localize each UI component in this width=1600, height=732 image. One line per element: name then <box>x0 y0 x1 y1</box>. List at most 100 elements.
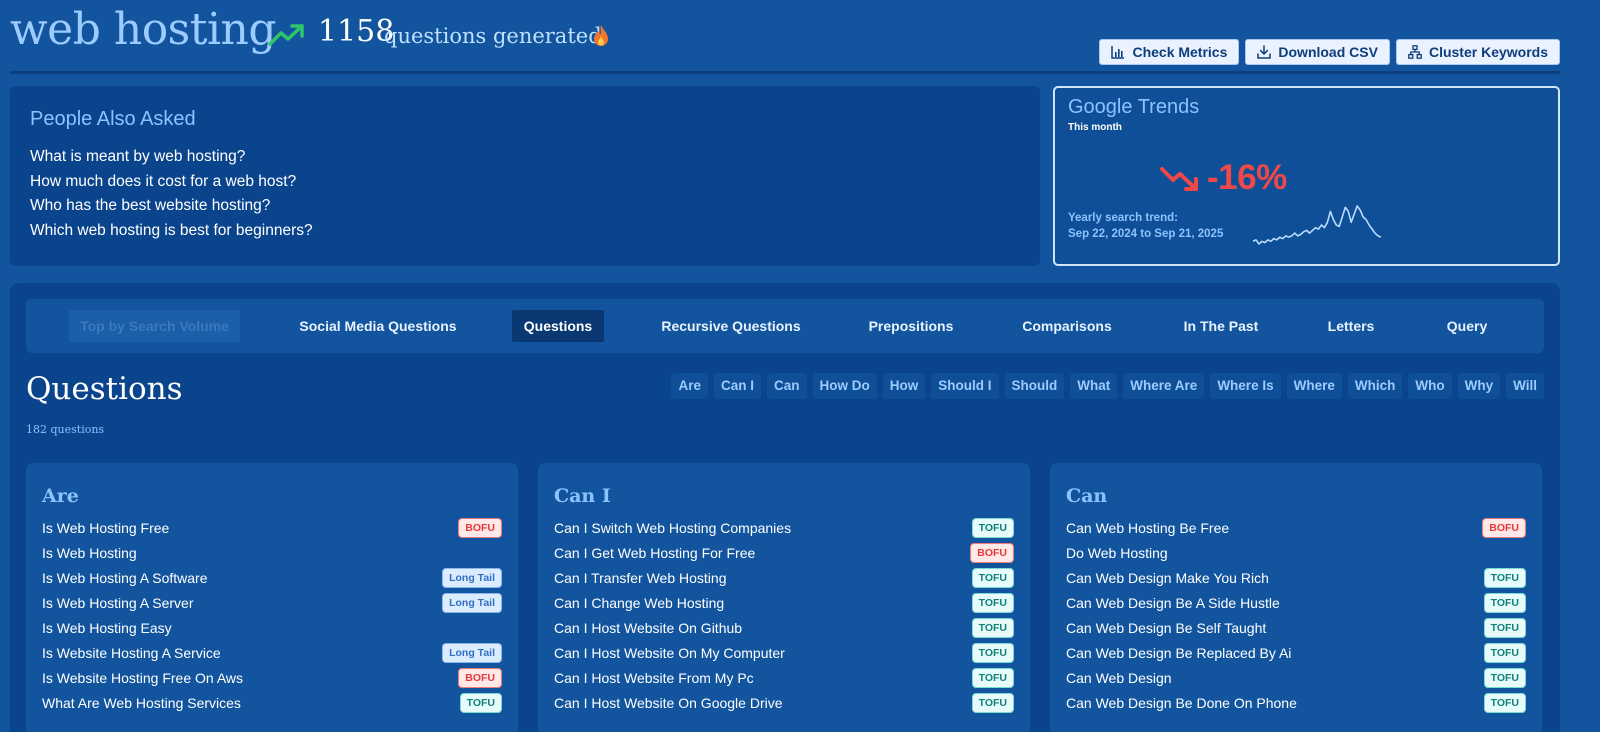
header: web hosting 1158 questions generated Che… <box>0 0 1600 76</box>
tofu-badge: TOFU <box>1483 567 1526 588</box>
tab-recursive-questions[interactable]: Recursive Questions <box>651 310 811 342</box>
question-text: Can I Transfer Web Hosting <box>554 569 727 586</box>
yearly-trend-label: Yearly search trend: Sep 22, 2024 to Sep… <box>1068 210 1223 242</box>
question-row[interactable]: Is Web Hosting Easy <box>42 615 502 640</box>
filter-chip-where[interactable]: Where <box>1286 373 1342 399</box>
filter-chip-are[interactable]: Are <box>671 373 708 399</box>
paa-question[interactable]: How much does it cost for a web host? <box>30 170 1020 195</box>
question-row[interactable]: Can Web Design Be Done On Phone TOFU <box>1066 690 1526 715</box>
question-row[interactable]: Can Web Design Make You Rich TOFU <box>1066 565 1526 590</box>
tab-top-by-search-volume[interactable]: Top by Search Volume <box>69 310 240 342</box>
column-title: Can <box>1066 485 1108 507</box>
cluster-keywords-label: Cluster Keywords <box>1428 44 1548 60</box>
download-csv-button[interactable]: Download CSV <box>1245 39 1390 65</box>
question-row[interactable]: Do Web Hosting <box>1066 540 1526 565</box>
filter-chip-should-i[interactable]: Should I <box>931 373 999 399</box>
question-row[interactable]: Can Web Hosting Be Free BOFU <box>1066 515 1526 540</box>
tab-in-the-past[interactable]: In The Past <box>1171 310 1271 342</box>
column-title: Can I <box>554 485 611 507</box>
question-text: Is Web Hosting A Server <box>42 594 194 611</box>
filter-chip-can-i[interactable]: Can I <box>714 373 762 399</box>
filter-chip-why[interactable]: Why <box>1457 373 1501 399</box>
question-list: Is Web Hosting Free BOFU Is Web Hosting Is … <box>42 515 502 715</box>
question-row[interactable]: What Are Web Hosting Services TOFU <box>42 690 502 715</box>
yearly-trend-range: Sep 22, 2024 to Sep 21, 2025 <box>1068 228 1224 240</box>
bofu-badge: BOFU <box>970 542 1014 563</box>
filter-chip-will[interactable]: Will <box>1506 373 1544 399</box>
filter-chip-what[interactable]: What <box>1070 373 1118 399</box>
question-text: Can Web Design Be Replaced By Ai <box>1066 644 1292 661</box>
question-text: Can Web Design Be Self Taught <box>1066 619 1267 636</box>
header-actions: Check Metrics Download CSV Cluster Keywo… <box>1099 39 1560 65</box>
question-list: Can Web Hosting Be Free BOFU Do Web Hostin… <box>1066 515 1526 715</box>
trending-up-icon <box>268 24 304 46</box>
tofu-badge: TOFU <box>971 692 1014 713</box>
filter-chip-should[interactable]: Should <box>1004 373 1065 399</box>
tab-query[interactable]: Query <box>1434 310 1500 342</box>
filter-chip-where-is[interactable]: Where Is <box>1210 373 1281 399</box>
question-row[interactable]: Is Web Hosting Free BOFU <box>42 515 502 540</box>
trending-down-icon <box>1160 167 1198 191</box>
question-row[interactable]: Is Website Hosting A Service Long Tail <box>42 640 502 665</box>
tofu-badge: TOFU <box>971 517 1014 538</box>
filter-chip-which[interactable]: Which <box>1347 373 1403 399</box>
google-trends-panel: Google Trends This month -16% Yearly sea… <box>1053 86 1560 266</box>
question-text: Can I Host Website On Github <box>554 619 743 636</box>
fire-icon <box>594 25 608 46</box>
question-text: Is Web Hosting Easy <box>42 619 172 636</box>
check-metrics-label: Check Metrics <box>1132 44 1228 60</box>
questions-panel: Top by Search Volume Social Media Questi… <box>10 283 1560 732</box>
filter-chip-how-do[interactable]: How Do <box>812 373 877 399</box>
question-row[interactable]: Can I Switch Web Hosting Companies TOFU <box>554 515 1014 540</box>
question-row[interactable]: Is Website Hosting Free On Aws BOFU <box>42 665 502 690</box>
cluster-keywords-button[interactable]: Cluster Keywords <box>1395 39 1560 65</box>
generated-label: questions generated <box>384 24 602 48</box>
paa-question[interactable]: Which web hosting is best for beginners? <box>30 219 1020 244</box>
question-column-are: Are Is Web Hosting Free BOFU Is Web Hostin… <box>26 463 518 732</box>
header-divider <box>10 71 1560 74</box>
question-row[interactable]: Can I Host Website On Google Drive TOFU <box>554 690 1014 715</box>
filter-chip-how[interactable]: How <box>882 373 926 399</box>
question-row[interactable]: Is Web Hosting A Server Long Tail <box>42 590 502 615</box>
question-row[interactable]: Can I Host Website From My Pc TOFU <box>554 665 1014 690</box>
question-text: Can Web Design Be A Side Hustle <box>1066 594 1280 611</box>
tab-questions[interactable]: Questions <box>512 310 604 342</box>
tab-letters[interactable]: Letters <box>1316 310 1386 342</box>
question-text: Can Web Design <box>1066 669 1172 686</box>
question-row[interactable]: Can Web Design Be Replaced By Ai TOFU <box>1066 640 1526 665</box>
question-text: Can Web Design Be Done On Phone <box>1066 694 1297 711</box>
question-text: Can I Host Website On My Computer <box>554 644 785 661</box>
paa-question[interactable]: Who has the best website hosting? <box>30 194 1020 219</box>
filter-chip-can[interactable]: Can <box>767 373 807 399</box>
question-text: Can Web Hosting Be Free <box>1066 519 1230 536</box>
question-row[interactable]: Can Web Design Be A Side Hustle TOFU <box>1066 590 1526 615</box>
category-tabs: Top by Search Volume Social Media Questi… <box>26 299 1544 353</box>
question-row[interactable]: Is Web Hosting A Software Long Tail <box>42 565 502 590</box>
tofu-badge: TOFU <box>971 617 1014 638</box>
tofu-badge: TOFU <box>459 692 502 713</box>
question-text: Is Web Hosting A Software <box>42 569 208 586</box>
tab-prepositions[interactable]: Prepositions <box>856 310 966 342</box>
paa-question[interactable]: What is meant by web hosting? <box>30 145 1020 170</box>
question-row[interactable]: Can Web Design TOFU <box>1066 665 1526 690</box>
question-row[interactable]: Can I Change Web Hosting TOFU <box>554 590 1014 615</box>
trends-period: This month <box>1068 122 1122 133</box>
question-row[interactable]: Is Web Hosting <box>42 540 502 565</box>
check-metrics-button[interactable]: Check Metrics <box>1099 39 1240 65</box>
filter-chip-where-are[interactable]: Where Are <box>1123 373 1205 399</box>
tab-social-media-questions[interactable]: Social Media Questions <box>288 310 468 342</box>
filter-chip-who[interactable]: Who <box>1408 373 1452 399</box>
question-row[interactable]: Can I Host Website On Github TOFU <box>554 615 1014 640</box>
question-row[interactable]: Can I Host Website On My Computer TOFU <box>554 640 1014 665</box>
question-row[interactable]: Can I Get Web Hosting For Free BOFU <box>554 540 1014 565</box>
trend-change-percent: -16% <box>1207 158 1287 197</box>
download-icon <box>1257 45 1272 59</box>
question-text: Is Web Hosting Free <box>42 519 170 536</box>
question-text: Can I Host Website On Google Drive <box>554 694 783 711</box>
tab-comparisons[interactable]: Comparisons <box>1011 310 1123 342</box>
question-row[interactable]: Can Web Design Be Self Taught TOFU <box>1066 615 1526 640</box>
question-row[interactable]: Can I Transfer Web Hosting TOFU <box>554 565 1014 590</box>
generated-count: 1158 <box>318 14 395 49</box>
question-text: Is Web Hosting <box>42 544 137 561</box>
question-list: Can I Switch Web Hosting Companies TOFU Ca… <box>554 515 1014 715</box>
